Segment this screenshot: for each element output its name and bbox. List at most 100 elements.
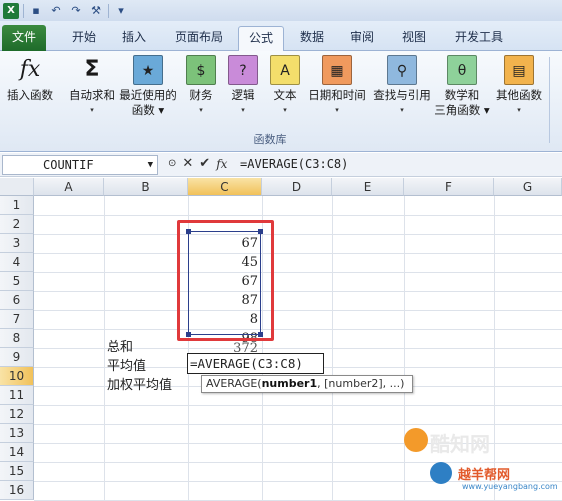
cell-b11[interactable]: 加权平均值 (107, 376, 187, 395)
tab-view[interactable]: 视图 (392, 26, 436, 51)
watermark-text: 酷知网 (430, 432, 490, 456)
gridline (34, 272, 562, 273)
column-header-g[interactable]: G (494, 178, 562, 196)
row-header[interactable]: 9 (0, 348, 34, 367)
dropdown-indicator: ▾ (241, 106, 245, 114)
tab-page-layout[interactable]: 页面布局 (164, 26, 234, 51)
watermark-badge-icon (430, 462, 452, 484)
gridline (34, 291, 562, 292)
tooltip-function-name[interactable]: AVERAGE( (206, 377, 262, 390)
tooltip-current-argument[interactable]: number1 (262, 377, 318, 390)
financial-button[interactable]: $ 财务 ▾ (182, 55, 220, 118)
gridline (34, 310, 562, 311)
text-book-icon: A (270, 55, 300, 85)
column-header-f[interactable]: F (404, 178, 494, 196)
cancel-icon[interactable]: ✕ (182, 156, 193, 171)
watermark: 酷知网 越羊帮网 www.yueyangbang.com (400, 420, 562, 501)
customize-icon[interactable]: ⚒ (88, 3, 104, 19)
dropdown-indicator: ▾ (90, 106, 94, 114)
cell-c10-editor[interactable]: =AVERAGE(C3:C8) (190, 354, 322, 373)
tooltip-remaining-arguments[interactable]: , [number2], ...) (317, 377, 404, 390)
divider (23, 3, 24, 18)
financial-book-icon: $ (186, 55, 216, 85)
save-icon[interactable]: ▪ (28, 3, 44, 19)
tab-review[interactable]: 审阅 (340, 26, 384, 51)
tab-insert[interactable]: 插入 (112, 26, 156, 51)
gridline (34, 253, 562, 254)
name-box[interactable]: COUNTIF ▼ (2, 155, 158, 175)
row-header[interactable]: 8 (0, 329, 34, 348)
row-header[interactable]: 15 (0, 462, 34, 481)
row-header[interactable]: 3 (0, 234, 34, 253)
gridline (34, 215, 562, 216)
row-header[interactable]: 2 (0, 215, 34, 234)
dropdown-indicator: ▾ (199, 106, 203, 114)
column-header-b[interactable]: B (104, 178, 188, 196)
more-functions-button[interactable]: ▤ 其他函数 ▾ (492, 55, 546, 118)
row-header[interactable]: 10 (0, 367, 34, 386)
watermark-url: www.yueyangbang.com (462, 482, 558, 491)
column-header-d[interactable]: D (262, 178, 332, 196)
ribbon-formulas: fx 插入函数 Σ 自动求和 ▾ ★ 最近使用的 函数 ▾ $ 财务 ▾ ? 逻… (0, 51, 562, 152)
date-time-button[interactable]: ▦ 日期和时间 ▾ (304, 55, 370, 118)
enter-icon[interactable]: ✔ (199, 156, 210, 171)
formula-input[interactable]: =AVERAGE(C3:C8) (240, 155, 348, 175)
button-label: 函数 ▾ (131, 103, 165, 117)
quick-access-toolbar: X ▪ ↶ ↷ ⚒ ▾ (0, 0, 562, 21)
group-label-function-library: 函数库 (253, 133, 287, 146)
row-header[interactable]: 13 (0, 424, 34, 443)
tab-data[interactable]: 数据 (290, 26, 334, 51)
row-header[interactable]: 5 (0, 272, 34, 291)
row-header[interactable]: 12 (0, 405, 34, 424)
row-header[interactable]: 16 (0, 481, 34, 500)
button-label: 其他函数 (496, 88, 542, 102)
math-trig-button[interactable]: θ 数学和 三角函数 ▾ (434, 55, 490, 118)
text-button[interactable]: A 文本 ▾ (266, 55, 304, 118)
column-header-a[interactable]: A (34, 178, 104, 196)
qat-dropdown-icon[interactable]: ▾ (113, 3, 129, 19)
row-header[interactable]: 7 (0, 310, 34, 329)
redo-icon[interactable]: ↷ (68, 3, 84, 19)
dropdown-indicator: ▾ (517, 106, 521, 114)
button-label: 数学和 (444, 88, 480, 102)
active-cell-c10[interactable]: =AVERAGE(C3:C8) (187, 353, 324, 374)
row-header[interactable]: 4 (0, 253, 34, 272)
logical-book-icon: ? (228, 55, 258, 85)
watermark-logo-icon (404, 428, 428, 452)
insert-function-button[interactable]: fx 插入函数 (4, 55, 56, 103)
insert-function-icon[interactable]: fx (216, 157, 227, 171)
cell-b9[interactable]: 总和 (107, 338, 187, 357)
button-label: 文本 (273, 88, 297, 102)
chevron-down-icon[interactable]: ▼ (148, 156, 153, 174)
tab-home[interactable]: 开始 (60, 26, 108, 51)
tab-developer[interactable]: 开发工具 (446, 26, 512, 51)
gridline (34, 329, 562, 330)
row-header[interactable]: 11 (0, 386, 34, 405)
row-header[interactable]: 6 (0, 291, 34, 310)
autosum-button[interactable]: Σ 自动求和 ▾ (64, 55, 120, 118)
button-label: 三角函数 ▾ (434, 103, 490, 117)
ribbon-tabs: 文件 开始 插入 页面布局 公式 数据 审阅 视图 开发工具 (0, 21, 562, 52)
gridline (34, 405, 562, 406)
undo-icon[interactable]: ↶ (48, 3, 64, 19)
cell-b10[interactable]: 平均值 (107, 357, 187, 376)
button-label: 日期和时间 (308, 88, 366, 102)
logical-button[interactable]: ? 逻辑 ▾ (224, 55, 262, 118)
row-header[interactable]: 1 (0, 196, 34, 215)
column-header-c[interactable]: C (188, 178, 262, 196)
more-functions-book-icon: ▤ (504, 55, 534, 85)
excel-icon[interactable]: X (3, 2, 19, 19)
divider (108, 3, 109, 18)
fx-icon: fx (19, 57, 41, 82)
recently-used-button[interactable]: ★ 最近使用的 函数 ▾ (116, 55, 180, 118)
collapse-icon[interactable]: ⊙ (168, 158, 176, 169)
column-header-e[interactable]: E (332, 178, 404, 196)
row-header[interactable]: 14 (0, 443, 34, 462)
function-argument-tooltip: AVERAGE(number1, [number2], ...) (201, 375, 413, 393)
lookup-reference-button[interactable]: ⚲ 查找与引用 ▾ (370, 55, 434, 118)
tab-file[interactable]: 文件 (2, 25, 46, 51)
select-all-corner[interactable] (0, 178, 34, 196)
sigma-icon: Σ (84, 57, 100, 82)
tab-formulas[interactable]: 公式 (238, 26, 284, 52)
gridline (34, 234, 562, 235)
